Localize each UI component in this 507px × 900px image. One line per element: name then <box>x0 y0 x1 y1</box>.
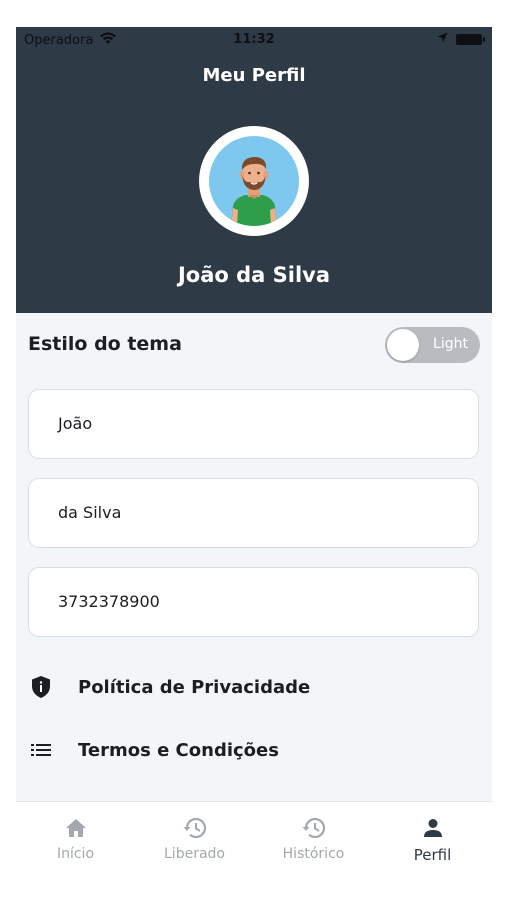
first-name-field[interactable]: João <box>28 389 479 459</box>
status-time: 11:32 <box>233 32 275 47</box>
person-icon <box>373 816 492 840</box>
theme-toggle[interactable]: Light <box>385 327 480 363</box>
phone-value: 3732378900 <box>58 592 160 611</box>
phone-screen: Operadora 11:32 Meu Perfil João da Silva… <box>16 27 492 873</box>
tab-perfil-label: Perfil <box>413 846 452 864</box>
status-right <box>437 32 485 47</box>
toggle-label: Light <box>433 336 468 352</box>
home-icon <box>16 816 135 840</box>
terms-link[interactable]: Termos e Condições <box>28 735 480 765</box>
phone-field[interactable]: 3732378900 <box>28 567 479 637</box>
page-title: Meu Perfil <box>202 65 306 86</box>
history-icon <box>135 816 254 840</box>
toggle-knob <box>387 329 419 361</box>
terms-label: Termos e Condições <box>78 739 279 761</box>
battery-icon <box>456 34 485 45</box>
user-name: João da Silva <box>177 263 331 287</box>
tab-liberado-label: Liberado <box>164 846 225 862</box>
tab-historico-label: Histórico <box>282 846 345 862</box>
tab-historico[interactable]: Histórico <box>254 816 373 862</box>
last-name-field[interactable]: da Silva <box>28 478 479 548</box>
avatar-image <box>209 136 299 226</box>
tab-perfil[interactable]: Perfil <box>373 816 492 864</box>
tab-inicio-label: Início <box>56 846 95 862</box>
tab-inicio[interactable]: Início <box>16 816 135 862</box>
tab-bar: Início Liberado Histórico Perfil <box>16 801 492 873</box>
privacy-policy-label: Política de Privacidade <box>78 676 311 698</box>
theme-label: Estilo do tema <box>28 333 182 355</box>
location-arrow-icon <box>437 32 448 47</box>
list-icon <box>28 743 54 757</box>
privacy-policy-link[interactable]: Política de Privacidade <box>28 672 480 702</box>
profile-content: Estilo do tema Light João da Silva 37323… <box>16 313 492 801</box>
theme-row: Estilo do tema Light <box>28 327 480 363</box>
history-icon <box>254 816 373 840</box>
first-name-value: João <box>58 414 93 433</box>
tab-liberado[interactable]: Liberado <box>135 816 254 862</box>
avatar[interactable] <box>199 126 309 236</box>
last-name-value: da Silva <box>58 503 122 522</box>
status-bar: Operadora 11:32 <box>16 27 492 53</box>
profile-header: Operadora 11:32 Meu Perfil João da Silva <box>16 27 492 313</box>
shield-icon <box>28 675 54 699</box>
